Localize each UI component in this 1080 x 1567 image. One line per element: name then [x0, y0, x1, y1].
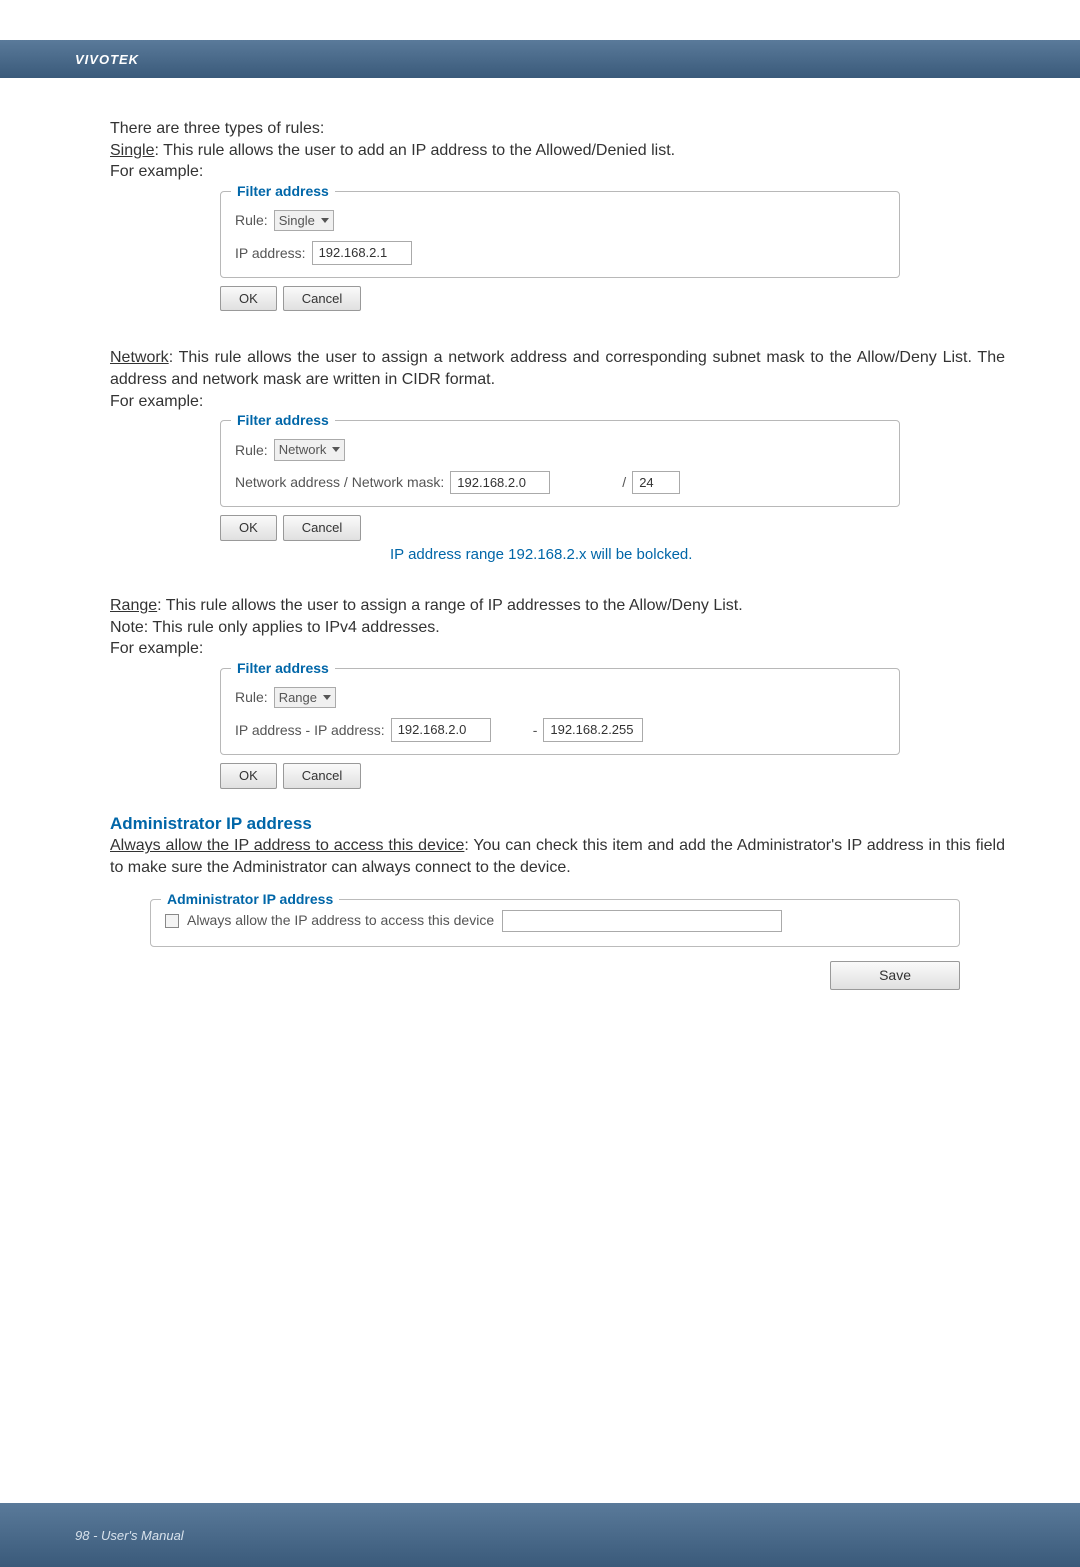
range-label: Range [110, 597, 157, 614]
brand-label: VIVOTEK [75, 52, 139, 67]
admin-fieldset-legend: Administrator IP address [161, 890, 339, 909]
ok-button[interactable]: OK [220, 763, 277, 789]
ip-row: IP address: 192.168.2.1 [235, 241, 885, 265]
admin-ip-title: Administrator IP address [110, 813, 1005, 836]
rule-label: Rule: [235, 211, 268, 230]
footer-text: 98 - User's Manual [75, 1528, 184, 1543]
page-footer: 98 - User's Manual [0, 1503, 1080, 1567]
admin-ip-input[interactable] [502, 910, 782, 932]
for-example-1: For example: [110, 161, 1005, 183]
rule-select-value: Single [279, 212, 315, 230]
dash-label: - [533, 721, 538, 740]
network-addr-label: Network address / Network mask: [235, 473, 444, 492]
rule-row: Rule: Single [235, 210, 885, 232]
range-line: Range: This rule allows the user to assi… [110, 595, 1005, 617]
rule-select[interactable]: Single [274, 210, 334, 232]
range-desc: : This rule allows the user to assign a … [157, 597, 743, 614]
range-addr-row: IP address - IP address: 192.168.2.0 - 1… [235, 718, 885, 742]
range-addr-label: IP address - IP address: [235, 721, 385, 740]
rule-label: Rule: [235, 688, 268, 707]
ip-range-note: IP address range 192.168.2.x will be bol… [390, 545, 1005, 565]
ip-label: IP address: [235, 244, 306, 263]
single-desc: : This rule allows the user to add an IP… [154, 142, 675, 159]
single-label: Single [110, 142, 154, 159]
for-example-2: For example: [110, 391, 1005, 413]
button-row-range: OK Cancel [220, 763, 1005, 789]
fieldset-legend: Filter address [231, 182, 335, 201]
ip-address-input[interactable]: 192.168.2.1 [312, 241, 412, 265]
intro-line: There are three types of rules: [110, 118, 1005, 140]
range-note: Note: This rule only applies to IPv4 add… [110, 617, 1005, 639]
network-line: Network: This rule allows the user to as… [110, 347, 1005, 390]
filter-address-single-fieldset: Filter address Rule: Single IP address: … [220, 191, 900, 278]
page-content: There are three types of rules: Single: … [0, 78, 1080, 990]
rule-select[interactable]: Range [274, 687, 336, 709]
single-line: Single: This rule allows the user to add… [110, 140, 1005, 162]
filter-address-network-fieldset: Filter address Rule: Network Network add… [220, 420, 900, 507]
always-allow-checkbox[interactable] [165, 914, 179, 928]
rule-select-value: Network [279, 441, 327, 459]
network-mask-input[interactable]: 24 [632, 471, 680, 495]
rule-label: Rule: [235, 441, 268, 460]
chevron-down-icon [323, 695, 331, 700]
network-label: Network [110, 349, 169, 366]
page-header: VIVOTEK [0, 40, 1080, 78]
admin-desc: Always allow the IP address to access th… [110, 835, 1005, 878]
filter-address-range-fieldset: Filter address Rule: Range IP address - … [220, 668, 900, 755]
rule-row: Rule: Range [235, 687, 885, 709]
button-row-single: OK Cancel [220, 286, 1005, 312]
admin-ip-fieldset: Administrator IP address Always allow th… [150, 899, 960, 947]
slash-label: / [622, 473, 626, 492]
save-button[interactable]: Save [830, 961, 960, 990]
rule-select[interactable]: Network [274, 439, 346, 461]
cancel-button[interactable]: Cancel [283, 515, 361, 541]
button-row-network: OK Cancel [220, 515, 1005, 541]
network-desc: : This rule allows the user to assign a … [110, 349, 1005, 388]
chevron-down-icon [321, 218, 329, 223]
cancel-button[interactable]: Cancel [283, 763, 361, 789]
admin-checkbox-row: Always allow the IP address to access th… [165, 910, 945, 932]
ip-from-input[interactable]: 192.168.2.0 [391, 718, 491, 742]
fieldset-legend: Filter address [231, 411, 335, 430]
save-row: Save [150, 961, 960, 990]
network-address-input[interactable]: 192.168.2.0 [450, 471, 550, 495]
cancel-button[interactable]: Cancel [283, 286, 361, 312]
admin-always-label: Always allow the IP address to access th… [110, 837, 464, 854]
rule-select-value: Range [279, 689, 317, 707]
chevron-down-icon [332, 447, 340, 452]
fieldset-legend: Filter address [231, 659, 335, 678]
network-addr-row: Network address / Network mask: 192.168.… [235, 471, 885, 495]
rule-row: Rule: Network [235, 439, 885, 461]
ip-to-input[interactable]: 192.168.2.255 [543, 718, 643, 742]
ok-button[interactable]: OK [220, 515, 277, 541]
ok-button[interactable]: OK [220, 286, 277, 312]
always-allow-label: Always allow the IP address to access th… [187, 911, 494, 930]
for-example-3: For example: [110, 638, 1005, 660]
